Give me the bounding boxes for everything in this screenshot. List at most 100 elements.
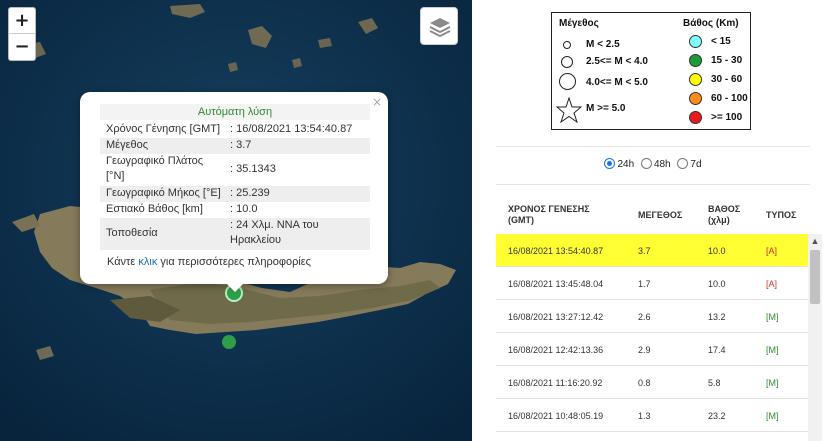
depth-color-dot xyxy=(689,73,702,86)
popup-key: Τοποθεσία xyxy=(106,227,158,239)
radio-icon[interactable] xyxy=(640,158,652,169)
header-time: ΧΡΟΝΟΣ ΓΕΝΕΣΗΣ (GMT) xyxy=(508,204,590,225)
magnitude-large-icon xyxy=(559,73,576,90)
earthquake-panel: Μέγεθος Βάθος (Km) M < 2.5 2.5<= M < 4.0… xyxy=(472,0,834,441)
magnitude-legend-item: 4.0<= M < 5.0 xyxy=(586,77,648,88)
popup-close-button[interactable]: × xyxy=(372,95,382,109)
popup-value: : 16/08/2021 13:54:40.87 xyxy=(230,123,353,135)
row-depth: 17.4 xyxy=(708,345,726,355)
period-label: 48h xyxy=(653,159,671,170)
popup-row-latitude: Γεωγραφικό Πλάτος [°N] : 35.1343 xyxy=(100,154,370,186)
table-row[interactable]: 16/08/2021 13:45:48.04 1.7 10.0 [A] xyxy=(496,267,810,300)
popup-row-longitude: Γεωγραφικό Μήκος [°E] : 25.239 xyxy=(100,186,370,202)
period-option-7d[interactable]: 7d xyxy=(677,158,702,170)
row-type: [M] xyxy=(766,312,779,322)
row-magnitude: 2.9 xyxy=(638,345,651,355)
row-magnitude: 1.3 xyxy=(638,411,651,421)
satellite-map[interactable]: + − × Αυτόματη λύση Χρόνος Γένησης [GMT]… xyxy=(0,0,472,441)
period-label: 7d xyxy=(690,159,702,170)
row-time: 16/08/2021 10:48:05.19 xyxy=(508,411,604,421)
depth-legend-item: 60 - 100 xyxy=(711,93,748,104)
popup-footer-text: για περισσότερες πληροφορίες xyxy=(157,256,311,268)
row-depth: 13.2 xyxy=(708,312,726,322)
popup-value: : 3.7 xyxy=(230,139,252,151)
table-row[interactable]: 16/08/2021 13:54:40.87 3.7 10.0 [A] xyxy=(496,234,810,267)
table-header: ΧΡΟΝΟΣ ΓΕΝΕΣΗΣ (GMT) ΜΕΓΕΘΟΣ ΒΑΘΟΣ (χλμ) Τ… xyxy=(496,200,810,234)
row-magnitude: 3.7 xyxy=(638,246,651,256)
popup-row-time: Χρόνος Γένησης [GMT] : 16/08/2021 13:54:… xyxy=(100,122,370,138)
depth-legend-item: < 15 xyxy=(711,36,731,47)
depth-color-dot xyxy=(689,54,702,67)
magnitude-legend-item: M < 2.5 xyxy=(586,39,620,50)
popup-value: : 24 Χλμ. ΝΝΑ του Ηρακλείου xyxy=(230,219,319,246)
popup-key: Μέγεθος xyxy=(106,139,149,151)
header-depth: ΒΑΘΟΣ (χλμ) xyxy=(708,204,741,225)
table-row[interactable]: 16/08/2021 11:16:20.92 0.8 5.8 [M] xyxy=(496,366,810,399)
row-type: [M] xyxy=(766,345,779,355)
row-time: 16/08/2021 13:54:40.87 xyxy=(508,246,604,256)
popup-row-depth: Εστιακό Βάθος [km] : 10.0 xyxy=(100,202,370,218)
table-row[interactable]: 16/08/2021 12:42:13.36 2.9 17.4 [M] xyxy=(496,333,810,366)
table-scrollbar[interactable]: ▲ xyxy=(808,234,822,441)
popup-value: : 25.239 xyxy=(230,187,270,199)
earthquake-monitor-page: + − × Αυτόματη λύση Χρόνος Γένησης [GMT]… xyxy=(0,0,834,441)
popup-key: Εστιακό Βάθος [km] xyxy=(106,203,203,215)
depth-color-dot xyxy=(689,92,702,105)
popup-footer-text: Κάντε xyxy=(107,256,139,268)
radio-icon[interactable] xyxy=(677,158,689,169)
depth-legend-item: >= 100 xyxy=(711,112,743,123)
row-magnitude: 1.7 xyxy=(638,279,651,289)
period-option-48h[interactable]: 48h xyxy=(640,158,671,170)
scrollbar-thumb[interactable] xyxy=(810,250,820,304)
row-time: 16/08/2021 13:27:12.42 xyxy=(508,312,604,322)
popup-row-location: Τοποθεσία : 24 Χλμ. ΝΝΑ του Ηρακλείου xyxy=(100,218,370,250)
row-depth: 5.8 xyxy=(708,378,721,388)
popup-footer: Κάντε κλικ για περισσότερες πληροφορίες xyxy=(107,256,311,268)
popup-key: Χρόνος Γένησης [GMT] xyxy=(106,123,221,135)
popup-value: : 10.0 xyxy=(230,203,258,215)
earthquake-marker[interactable] xyxy=(222,335,236,349)
earthquake-table: 16/08/2021 13:54:40.87 3.7 10.0 [A] 16/08/20… xyxy=(496,234,810,441)
period-selector: 24h 48h 7d xyxy=(472,158,834,170)
row-magnitude: 0.8 xyxy=(638,378,651,388)
radio-selected-icon[interactable] xyxy=(604,158,616,169)
row-depth: 10.0 xyxy=(708,279,726,289)
row-type: [M] xyxy=(766,378,779,388)
magnitude-small-icon xyxy=(563,41,571,49)
magnitude-legend-item: 2.5<= M < 4.0 xyxy=(586,56,648,67)
popup-tip xyxy=(225,282,245,292)
row-time: 16/08/2021 11:16:20.92 xyxy=(508,378,603,388)
header-type: ΤΥΠΟΣ xyxy=(766,210,797,220)
divider xyxy=(496,184,810,185)
star-icon xyxy=(556,97,582,123)
period-label: 24h xyxy=(617,159,635,170)
table-row[interactable]: 16/08/2021 13:27:12.42 2.6 13.2 [M] xyxy=(496,300,810,333)
depth-legend-title: Βάθος (Km) xyxy=(683,18,739,29)
more-info-link[interactable]: κλικ xyxy=(138,256,157,268)
depth-color-dot xyxy=(689,35,702,48)
popup-row-magnitude: Μέγεθος : 3.7 xyxy=(100,138,370,154)
popup-value: : 35.1343 xyxy=(230,163,276,175)
row-type: [A] xyxy=(766,279,778,289)
row-depth: 10.0 xyxy=(708,246,726,256)
depth-legend-item: 15 - 30 xyxy=(711,55,743,66)
legend-box: Μέγεθος Βάθος (Km) M < 2.5 2.5<= M < 4.0… xyxy=(551,12,751,130)
scroll-up-icon[interactable]: ▲ xyxy=(808,234,822,248)
magnitude-legend-title: Μέγεθος xyxy=(559,18,599,29)
popup-title: Αυτόματη λύση xyxy=(100,104,370,120)
period-option-24h[interactable]: 24h xyxy=(604,158,634,170)
row-depth: 23.2 xyxy=(708,411,726,421)
table-row[interactable]: 16/08/2021 10:48:05.19 1.3 23.2 [M] xyxy=(496,399,810,432)
divider xyxy=(496,146,810,147)
row-time: 16/08/2021 12:42:13.36 xyxy=(508,345,604,355)
magnitude-medium-icon xyxy=(561,56,573,68)
row-type: [M] xyxy=(766,411,779,421)
header-magnitude: ΜΕΓΕΘΟΣ xyxy=(638,210,683,220)
depth-legend-item: 30 - 60 xyxy=(711,74,743,85)
earthquake-popup: × Αυτόματη λύση Χρόνος Γένησης [GMT] : 1… xyxy=(80,92,388,284)
popup-key: Γεωγραφικό Πλάτος [°N] xyxy=(106,155,204,182)
row-magnitude: 2.6 xyxy=(638,312,651,322)
row-type: [A] xyxy=(766,246,778,256)
row-time: 16/08/2021 13:45:48.04 xyxy=(508,279,604,289)
depth-color-dot xyxy=(689,111,702,124)
